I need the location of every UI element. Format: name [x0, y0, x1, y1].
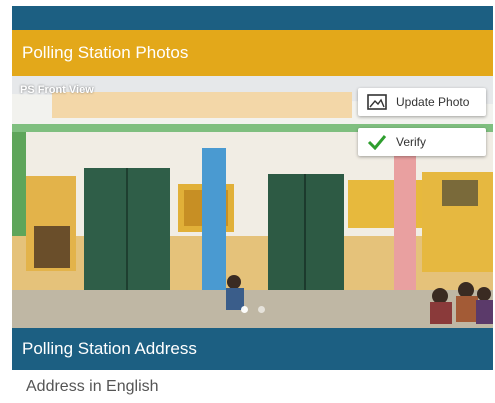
- top-app-bar: [12, 6, 493, 30]
- image-icon: [366, 93, 388, 111]
- update-photo-button[interactable]: Update Photo: [358, 88, 486, 116]
- address-english-field[interactable]: Address in English: [12, 370, 493, 403]
- photos-section-header: Polling Station Photos: [12, 30, 493, 76]
- photos-section-title: Polling Station Photos: [22, 43, 189, 62]
- update-photo-label: Update Photo: [396, 95, 470, 109]
- address-section-title: Polling Station Address: [22, 339, 197, 358]
- polling-station-photo[interactable]: PS Front View Update Photo Verify: [12, 76, 493, 328]
- app-frame: Polling Station Photos PS Front View Upd…: [12, 6, 493, 403]
- checkmark-icon: [366, 133, 388, 151]
- address-section-header: Polling Station Address: [12, 328, 493, 370]
- carousel-dot-active[interactable]: [240, 306, 248, 313]
- verify-label: Verify: [396, 135, 427, 149]
- carousel-dot[interactable]: [257, 306, 265, 313]
- address-english-label: Address in English: [26, 377, 159, 395]
- carousel-indicator: [12, 306, 493, 316]
- photo-view-label: PS Front View: [20, 84, 94, 96]
- verify-button[interactable]: Verify: [358, 128, 486, 156]
